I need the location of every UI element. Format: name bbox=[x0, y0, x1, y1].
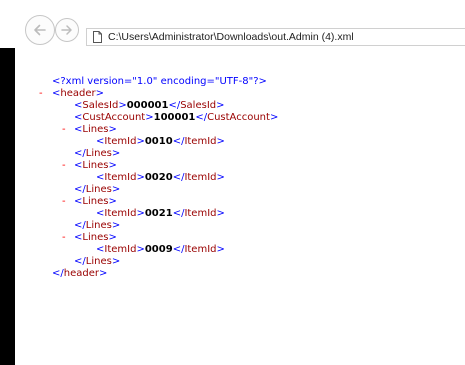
tag-name: Lines bbox=[82, 124, 109, 135]
close-bracket: > bbox=[95, 88, 105, 99]
xml-declaration-text: <?xml version="1.0" encoding="UTF-8"?> bbox=[52, 76, 267, 87]
forward-button[interactable] bbox=[55, 18, 79, 42]
tag-name: ItemId bbox=[104, 136, 137, 147]
collapse-toggle-lines[interactable]: - bbox=[62, 160, 72, 172]
close-bracket: > bbox=[108, 160, 117, 171]
tag-name: Lines bbox=[85, 148, 112, 159]
tag-name: Lines bbox=[85, 256, 112, 267]
close-bracket: > bbox=[136, 136, 145, 147]
lines-open-tag: <Lines> bbox=[74, 232, 117, 244]
tag-name: Lines bbox=[85, 184, 112, 195]
browser-window: C:\Users\Administrator\Downloads\out.Adm… bbox=[0, 0, 465, 365]
tag-name: header bbox=[63, 268, 99, 279]
tag-name: SalesId bbox=[82, 100, 119, 111]
close-bracket: > bbox=[136, 244, 145, 255]
tag-name: ItemId bbox=[184, 244, 217, 255]
address-text[interactable]: C:\Users\Administrator\Downloads\out.Adm… bbox=[108, 30, 354, 45]
tag-name: Lines bbox=[85, 220, 112, 231]
end-bracket: </ bbox=[74, 148, 86, 159]
close-bracket: > bbox=[111, 220, 121, 231]
tag-name: CustAccount bbox=[82, 112, 146, 123]
end-bracket: </ bbox=[195, 112, 208, 123]
close-bracket: > bbox=[216, 244, 225, 255]
browser-toolbar: C:\Users\Administrator\Downloads\out.Adm… bbox=[0, 0, 465, 48]
end-bracket: </ bbox=[172, 244, 185, 255]
tag-name: CustAccount bbox=[207, 112, 270, 123]
xml-declaration: <?xml version="1.0" encoding="UTF-8"?> bbox=[52, 76, 267, 88]
tag-name: ItemId bbox=[184, 208, 217, 219]
close-bracket: > bbox=[216, 208, 225, 219]
close-bracket: > bbox=[108, 232, 117, 243]
lines-close-tag: </Lines> bbox=[74, 184, 120, 196]
custaccount-value: 100001 bbox=[153, 112, 196, 123]
close-bracket: > bbox=[216, 100, 225, 111]
end-bracket: </ bbox=[172, 172, 185, 183]
salesid-element: <SalesId>000001</SalesId> bbox=[74, 100, 225, 112]
page-icon bbox=[93, 31, 102, 43]
arrow-left-icon bbox=[34, 24, 46, 36]
itemid-element: <ItemId>0021</ItemId> bbox=[96, 208, 225, 220]
close-bracket: > bbox=[111, 184, 121, 195]
end-bracket: </ bbox=[168, 100, 181, 111]
tag-name: Lines bbox=[82, 196, 109, 207]
close-bracket: > bbox=[108, 196, 117, 207]
close-bracket: > bbox=[216, 136, 225, 147]
tag-name: ItemId bbox=[184, 172, 217, 183]
collapse-toggle-lines[interactable]: - bbox=[62, 196, 72, 208]
lines-open-tag: <Lines> bbox=[74, 196, 117, 208]
end-bracket: </ bbox=[74, 256, 86, 267]
tag-name: ItemId bbox=[104, 244, 137, 255]
lines-close-tag: </Lines> bbox=[74, 148, 120, 160]
back-button[interactable] bbox=[25, 15, 55, 45]
tag-name: ItemId bbox=[104, 208, 137, 219]
tag-name: Lines bbox=[82, 232, 109, 243]
salesid-value: 000001 bbox=[126, 100, 169, 111]
left-panel-edge bbox=[0, 48, 15, 365]
itemid-value: 0010 bbox=[144, 136, 173, 147]
end-bracket: </ bbox=[172, 136, 185, 147]
tag-name: ItemId bbox=[184, 136, 217, 147]
tag-name: SalesId bbox=[180, 100, 217, 111]
close-bracket: > bbox=[118, 100, 127, 111]
close-bracket: > bbox=[136, 172, 145, 183]
lines-open-tag: <Lines> bbox=[74, 160, 117, 172]
lines-close-tag: </Lines> bbox=[74, 256, 120, 268]
lines-open-tag: <Lines> bbox=[74, 124, 117, 136]
collapse-toggle-lines[interactable]: - bbox=[62, 232, 72, 244]
address-bar[interactable]: C:\Users\Administrator\Downloads\out.Adm… bbox=[86, 28, 465, 46]
itemid-value: 0021 bbox=[144, 208, 173, 219]
header-open-tag: <header> bbox=[52, 88, 104, 100]
close-bracket: > bbox=[98, 268, 108, 279]
lines-close-tag: </Lines> bbox=[74, 220, 120, 232]
end-bracket: </ bbox=[74, 220, 86, 231]
itemid-value: 0020 bbox=[144, 172, 173, 183]
tag-name: ItemId bbox=[104, 172, 137, 183]
collapse-toggle-header[interactable]: - bbox=[39, 88, 49, 100]
end-bracket: </ bbox=[52, 268, 64, 279]
collapse-toggle-lines[interactable]: - bbox=[62, 124, 72, 136]
close-bracket: > bbox=[269, 112, 279, 123]
header-close-tag: </header> bbox=[52, 268, 107, 280]
tag-name: header bbox=[60, 88, 96, 99]
close-bracket: > bbox=[111, 148, 121, 159]
close-bracket: > bbox=[136, 208, 145, 219]
close-bracket: > bbox=[111, 256, 121, 267]
close-bracket: > bbox=[145, 112, 154, 123]
close-bracket: > bbox=[216, 172, 225, 183]
itemid-element: <ItemId>0009</ItemId> bbox=[96, 244, 225, 256]
custaccount-element: <CustAccount>100001</CustAccount> bbox=[74, 112, 278, 124]
end-bracket: </ bbox=[172, 208, 185, 219]
tag-name: Lines bbox=[82, 160, 109, 171]
end-bracket: </ bbox=[74, 184, 86, 195]
itemid-value: 0009 bbox=[144, 244, 173, 255]
itemid-element: <ItemId>0010</ItemId> bbox=[96, 136, 225, 148]
xml-viewer: <?xml version="1.0" encoding="UTF-8"?> -… bbox=[15, 48, 465, 365]
itemid-element: <ItemId>0020</ItemId> bbox=[96, 172, 225, 184]
arrow-right-icon bbox=[61, 25, 72, 35]
close-bracket: > bbox=[108, 124, 117, 135]
